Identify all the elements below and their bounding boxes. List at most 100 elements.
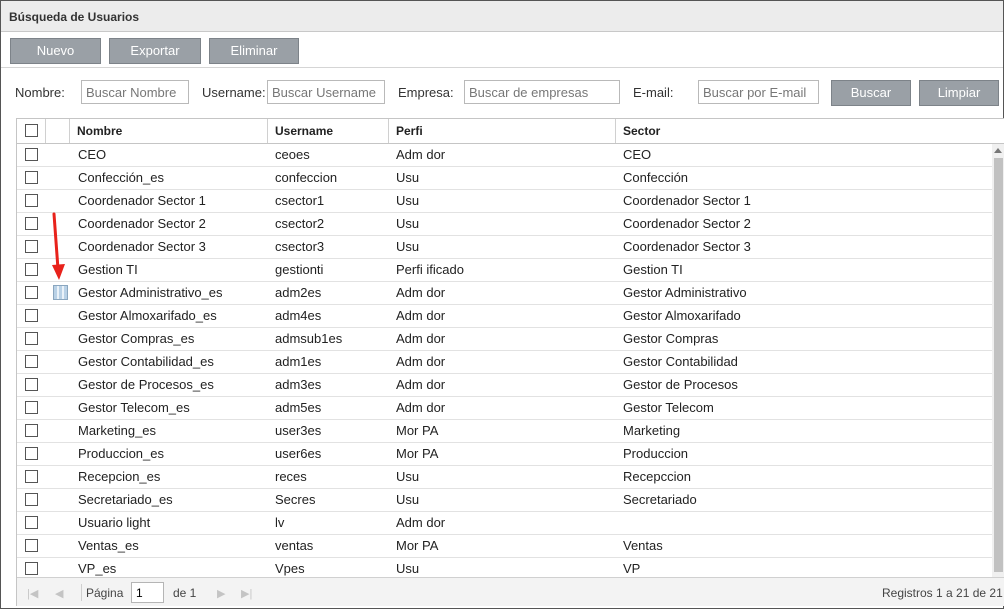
table-row[interactable]: Ventas_es ventas Mor PA Ventas (17, 535, 992, 558)
scrollbar-thumb[interactable] (994, 158, 1003, 572)
vertical-scrollbar[interactable] (992, 144, 1004, 577)
cell-username: adm1es (275, 354, 322, 369)
table-row[interactable]: Gestor Compras_es admsub1es Adm dor Gestor … (17, 328, 992, 351)
cell-sector: Coordenador Sector 1 (623, 193, 751, 208)
cell-sector: VP (623, 561, 641, 576)
cell-perfil: Usu (396, 469, 420, 484)
username-search-input[interactable] (267, 80, 385, 104)
first-page-icon[interactable]: |◀ (27, 587, 38, 600)
cell-perfil: Mor PA (396, 423, 439, 438)
page-count-label: de 1 (173, 586, 197, 600)
table-row[interactable]: Marketing_es user3es Mor PA Marketing (17, 420, 992, 443)
cell-nombre: Gestor de Procesos_es (78, 377, 214, 392)
table-row[interactable]: Gestor Administrativo_es adm2es Adm dor Ges… (17, 282, 992, 305)
eliminar-button[interactable]: Eliminar (209, 38, 299, 64)
limpiar-button[interactable]: Limpiar (919, 80, 999, 106)
row-select-checkbox[interactable] (25, 516, 38, 529)
exportar-button[interactable]: Exportar (109, 38, 201, 64)
cell-username: adm5es (275, 400, 322, 415)
grid-user-icon[interactable] (53, 285, 68, 300)
row-checkbox (17, 144, 46, 166)
cell-sector: Gestor de Procesos (623, 377, 738, 392)
cell-nombre: Usuario light (78, 515, 151, 530)
table-row[interactable]: Coordenador Sector 2 csector2 Usu Coordenad… (17, 213, 992, 236)
row-checkbox (17, 535, 46, 557)
row-select-checkbox[interactable] (25, 240, 38, 253)
row-select-checkbox[interactable] (25, 148, 38, 161)
column-header-sector[interactable]: Sector (616, 119, 1004, 143)
table-row[interactable]: Gestor Telecom_es adm5es Adm dor Gestor Tel… (17, 397, 992, 420)
cell-nombre: Gestor Almoxarifado_es (78, 308, 217, 323)
row-select-checkbox[interactable] (25, 424, 38, 437)
page-number-input[interactable] (131, 582, 164, 603)
last-page-icon[interactable]: ▶| (241, 587, 252, 600)
row-select-checkbox[interactable] (25, 332, 38, 345)
table-row[interactable]: CEO ceoes Adm dor CEO (17, 144, 992, 167)
toolbar: Nuevo Exportar Eliminar (1, 32, 1003, 68)
cell-username: csector3 (275, 239, 325, 254)
row-select-checkbox[interactable] (25, 401, 38, 414)
row-select-checkbox[interactable] (25, 217, 38, 230)
annotation-arrow-icon (52, 212, 65, 280)
row-select-checkbox[interactable] (25, 194, 38, 207)
row-checkbox (17, 558, 46, 577)
cell-perfil: Adm dor (396, 354, 446, 369)
column-header-username[interactable]: Username (268, 119, 389, 143)
row-icon-cell (46, 443, 70, 465)
row-select-checkbox[interactable] (25, 493, 38, 506)
table-row[interactable]: Produccion_es user6es Mor PA Produccion (17, 443, 992, 466)
prev-page-icon[interactable]: ◀ (55, 587, 63, 600)
select-all-checkbox[interactable] (25, 124, 38, 137)
nuevo-button[interactable]: Nuevo (10, 38, 101, 64)
table-row[interactable]: Usuario light lv Adm dor (17, 512, 992, 535)
scroll-up-icon[interactable] (994, 148, 1002, 153)
cell-username: Vpes (275, 561, 305, 576)
row-select-checkbox[interactable] (25, 378, 38, 391)
row-select-checkbox[interactable] (25, 447, 38, 460)
row-select-checkbox[interactable] (25, 539, 38, 552)
cell-username: adm2es (275, 285, 322, 300)
cell-username: csector2 (275, 216, 325, 231)
cell-nombre: Gestor Contabilidad_es (78, 354, 214, 369)
row-select-checkbox[interactable] (25, 470, 38, 483)
column-header-perfil[interactable]: Perfi (389, 119, 616, 143)
row-select-checkbox[interactable] (25, 171, 38, 184)
row-select-checkbox[interactable] (25, 286, 38, 299)
row-select-checkbox[interactable] (25, 562, 38, 575)
pagina-label: Página (86, 586, 124, 600)
cell-username: lv (275, 515, 285, 530)
row-select-checkbox[interactable] (25, 263, 38, 276)
title-bar: Búsqueda de Usuarios (1, 1, 1003, 32)
email-search-input[interactable] (698, 80, 819, 104)
row-select-checkbox[interactable] (25, 309, 38, 322)
row-checkbox (17, 420, 46, 442)
table-row[interactable]: Gestor Almoxarifado_es adm4es Adm dor Gesto… (17, 305, 992, 328)
cell-sector: Coordenador Sector 2 (623, 216, 751, 231)
cell-nombre: Marketing_es (78, 423, 157, 438)
cell-sector: CEO (623, 147, 652, 162)
cell-sector (623, 512, 983, 534)
column-header-nombre[interactable]: Nombre (70, 119, 268, 143)
table-row[interactable]: Coordenador Sector 1 csector1 Usu Coordenad… (17, 190, 992, 213)
empresa-search-input[interactable] (464, 80, 620, 104)
table-row[interactable]: Coordenador Sector 3 csector3 Usu Coordenad… (17, 236, 992, 259)
cell-username: admsub1es (275, 331, 343, 346)
row-icon-cell (46, 305, 70, 327)
table-row[interactable]: Confección_es confeccion Usu Confección (17, 167, 992, 190)
cell-sector: Recepccion (623, 469, 691, 484)
row-select-checkbox[interactable] (25, 355, 38, 368)
pager: |◀ ◀ Página de 1 ▶ ▶| Registros 1 a 21 d… (17, 577, 1004, 606)
table-row[interactable]: Secretariado_es Secres Usu Secretariado (17, 489, 992, 512)
cell-perfil: Adm dor (396, 308, 446, 323)
nombre-search-input[interactable] (81, 80, 189, 104)
row-icon-cell (46, 489, 70, 511)
row-checkbox (17, 236, 46, 258)
buscar-button[interactable]: Buscar (831, 80, 911, 106)
table-row[interactable]: Gestor Contabilidad_es adm1es Adm dor Gesto… (17, 351, 992, 374)
table-row[interactable]: VP_es Vpes Usu VP (17, 558, 992, 577)
table-row[interactable]: Gestion TI gestionti Perfi ificado Gestion … (17, 259, 992, 282)
table-row[interactable]: Gestor de Procesos_es adm3es Adm dor Gestor… (17, 374, 992, 397)
next-page-icon[interactable]: ▶ (217, 587, 225, 600)
window-title: Búsqueda de Usuarios (9, 10, 140, 24)
table-row[interactable]: Recepcion_es reces Usu Recepccion (17, 466, 992, 489)
